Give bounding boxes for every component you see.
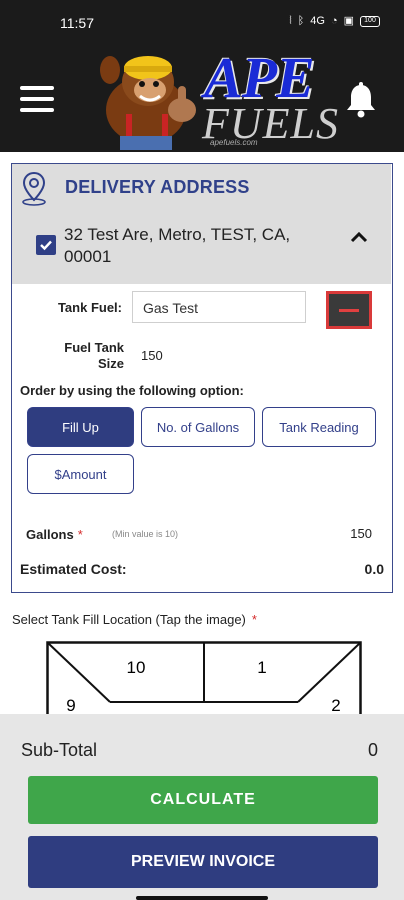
address-checkbox[interactable] <box>36 235 56 255</box>
gallons-label: Gallons * <box>26 527 83 542</box>
required-mark: * <box>251 612 257 627</box>
fuel-tank-size-value: 150 <box>141 348 163 363</box>
estimated-cost-label: Estimated Cost: <box>20 561 127 577</box>
tank-fuel-field[interactable]: Gas Test <box>132 291 306 323</box>
delivery-card: DELIVERY ADDRESS 32 Test Are, Metro, TES… <box>11 163 393 593</box>
ape-fuels-logo: APE FUELS apefuels.com <box>90 40 338 152</box>
sim-icon: ▣ <box>343 15 354 27</box>
gallons-value[interactable]: 150 <box>350 526 372 541</box>
required-mark: * <box>77 527 83 542</box>
zone-10[interactable]: 10 <box>127 658 146 677</box>
tank-fill-location-diagram[interactable]: 10 1 9 2 <box>46 641 362 721</box>
checkmark-icon <box>40 240 52 251</box>
logo-website: apefuels.com <box>210 138 258 147</box>
delivery-address-text: 32 Test Are, Metro, TEST, CA, 00001 <box>64 225 291 266</box>
vibrate-icon: ⦚ <box>289 15 292 27</box>
chevron-up-icon[interactable] <box>348 226 370 248</box>
delivery-title: DELIVERY ADDRESS <box>65 177 250 197</box>
option-no-of-gallons[interactable]: No. of Gallons <box>141 407 255 447</box>
ape-mascot-icon <box>100 56 196 150</box>
delivery-card-header: DELIVERY ADDRESS 32 Test Are, Metro, TES… <box>12 164 391 284</box>
remove-tank-button[interactable] <box>326 291 372 329</box>
option-amount[interactable]: $Amount <box>27 454 134 494</box>
zone-9[interactable]: 9 <box>66 696 75 715</box>
fuel-tank-size-label: Fuel Tank Size <box>64 340 124 371</box>
gallons-hint: (Min value is 10) <box>112 529 179 539</box>
bluetooth-icon: ᛒ <box>297 15 305 27</box>
tank-fuel-label: Tank Fuel: <box>57 300 122 315</box>
hamburger-menu-icon[interactable] <box>20 86 54 114</box>
battery-icon: 100 <box>360 15 380 27</box>
app-header: 11:57 ⦚ ᛒ 4G ◔ ▣ 100 APE FUELS apefuels.… <box>0 0 404 152</box>
location-pin-icon <box>22 171 46 206</box>
zone-1[interactable]: 1 <box>257 658 266 677</box>
calculate-button[interactable]: CALCULATE <box>28 776 378 824</box>
estimated-cost-value: 0.0 <box>364 561 384 577</box>
status-time: 11:57 <box>60 15 94 31</box>
subtotal-value: 0 <box>367 740 378 760</box>
zone-2[interactable]: 2 <box>331 696 340 715</box>
option-tank-reading[interactable]: Tank Reading <box>262 407 376 447</box>
fill-location-label: Select Tank Fill Location (Tap the image… <box>12 612 257 627</box>
status-bar: 11:57 ⦚ ᛒ 4G ◔ ▣ 100 <box>0 0 404 44</box>
minus-icon <box>339 309 359 312</box>
home-indicator <box>136 896 268 900</box>
option-fill-up[interactable]: Fill Up <box>27 407 134 447</box>
network-label: 4G <box>310 15 325 27</box>
wifi-icon: ◔ <box>330 15 338 27</box>
bell-icon[interactable] <box>344 82 378 118</box>
order-by-prompt: Order by using the following option: <box>20 383 244 398</box>
status-icons: ⦚ ᛒ 4G ◔ ▣ 100 <box>289 14 380 28</box>
preview-invoice-button[interactable]: PREVIEW INVOICE <box>28 836 378 888</box>
subtotal-label: Sub-Total <box>21 740 98 760</box>
order-summary-panel: Sub-Total 0 CALCULATE PREVIEW INVOICE <box>0 714 404 900</box>
